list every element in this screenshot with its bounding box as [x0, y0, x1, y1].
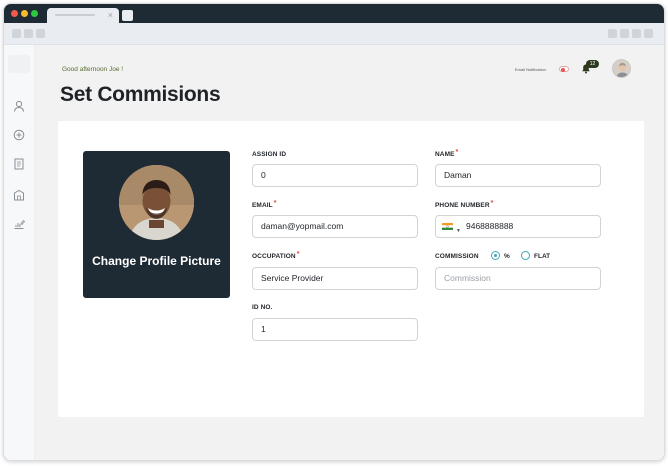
maximize-window-button[interactable] — [31, 10, 38, 17]
extension-button[interactable] — [620, 29, 629, 38]
change-profile-picture-button[interactable]: Change Profile Picture — [83, 151, 230, 298]
phone-number-field[interactable]: ▼ 9468888888 — [435, 215, 601, 238]
name-label: NAME* — [435, 149, 459, 158]
tab-close-icon[interactable]: × — [108, 9, 113, 21]
notification-count-badge: 12 — [586, 60, 599, 68]
reload-button[interactable] — [36, 29, 45, 38]
email-label: EMAIL* — [252, 200, 277, 209]
commission-flat-radio[interactable] — [521, 251, 530, 260]
browser-tab[interactable]: × — [47, 8, 119, 23]
required-marker: * — [490, 200, 494, 207]
commission-flat-label[interactable]: FLAT — [534, 253, 550, 260]
email-label-text: EMAIL — [252, 202, 273, 209]
user-icon[interactable] — [12, 99, 26, 113]
id-no-field[interactable]: 1 — [252, 318, 418, 341]
extension-button[interactable] — [608, 29, 617, 38]
main-content: Good afternoon Joe ! Set Commisions Emai… — [35, 45, 664, 460]
browser-window: × Good afternoon Joe ! Set Commisions Em… — [3, 3, 665, 461]
commission-percent-label[interactable]: % — [504, 253, 510, 260]
commission-label: COMMISSION — [435, 253, 479, 260]
change-profile-picture-label: Change Profile Picture — [92, 254, 221, 268]
assign-id-label-text: ASSIGN ID — [252, 151, 287, 158]
extension-button[interactable] — [632, 29, 641, 38]
toggle-knob — [561, 67, 565, 72]
assign-id-field[interactable]: 0 — [252, 164, 418, 187]
profile-photo — [119, 165, 194, 240]
sidebar — [4, 45, 35, 460]
occupation-field[interactable]: Service Provider — [252, 267, 418, 290]
name-field[interactable]: Daman — [435, 164, 601, 187]
tab-title-placeholder — [55, 14, 95, 16]
occupation-label: OCCUPATION* — [252, 251, 300, 260]
back-button[interactable] — [12, 29, 21, 38]
required-marker: * — [455, 149, 459, 156]
india-flag-icon[interactable] — [442, 223, 453, 230]
profile-person-image — [119, 165, 194, 240]
required-marker: * — [273, 200, 277, 207]
forward-button[interactable] — [24, 29, 33, 38]
new-tab-button[interactable] — [122, 10, 133, 21]
menu-button[interactable] — [644, 29, 653, 38]
logo — [8, 55, 30, 73]
country-dropdown-caret-icon[interactable]: ▼ — [456, 221, 461, 242]
email-notification-label: Email Notification — [515, 67, 546, 72]
commission-percent-radio[interactable] — [491, 251, 500, 260]
commission-form-card: Change Profile Picture ASSIGN ID 0 NAME*… — [58, 121, 644, 417]
email-notification-toggle[interactable] — [559, 66, 569, 72]
required-marker: * — [296, 251, 300, 258]
occupation-label-text: OCCUPATION — [252, 253, 296, 260]
browser-titlebar: × — [4, 4, 664, 23]
document-list-icon[interactable] — [12, 157, 26, 171]
greeting-text: Good afternoon Joe ! — [62, 66, 124, 73]
phone-number-label: PHONE NUMBER* — [435, 200, 494, 209]
minimize-window-button[interactable] — [21, 10, 28, 17]
phone-number-label-text: PHONE NUMBER — [435, 202, 490, 209]
id-no-label: ID NO. — [252, 304, 273, 311]
close-window-button[interactable] — [11, 10, 18, 17]
chart-edit-icon[interactable] — [12, 217, 26, 231]
user-avatar-image — [613, 60, 630, 77]
phone-number-value: 9468888888 — [466, 221, 514, 231]
assign-id-label: ASSIGN ID — [252, 151, 286, 158]
commission-field[interactable]: Commission — [435, 267, 601, 290]
add-circle-icon[interactable] — [12, 128, 26, 142]
user-avatar[interactable] — [612, 59, 631, 78]
building-icon[interactable] — [12, 188, 26, 202]
name-label-text: NAME — [435, 151, 455, 158]
email-field[interactable]: daman@yopmail.com — [252, 215, 418, 238]
browser-toolbar — [4, 23, 664, 45]
page-title: Set Commisions — [60, 83, 221, 106]
